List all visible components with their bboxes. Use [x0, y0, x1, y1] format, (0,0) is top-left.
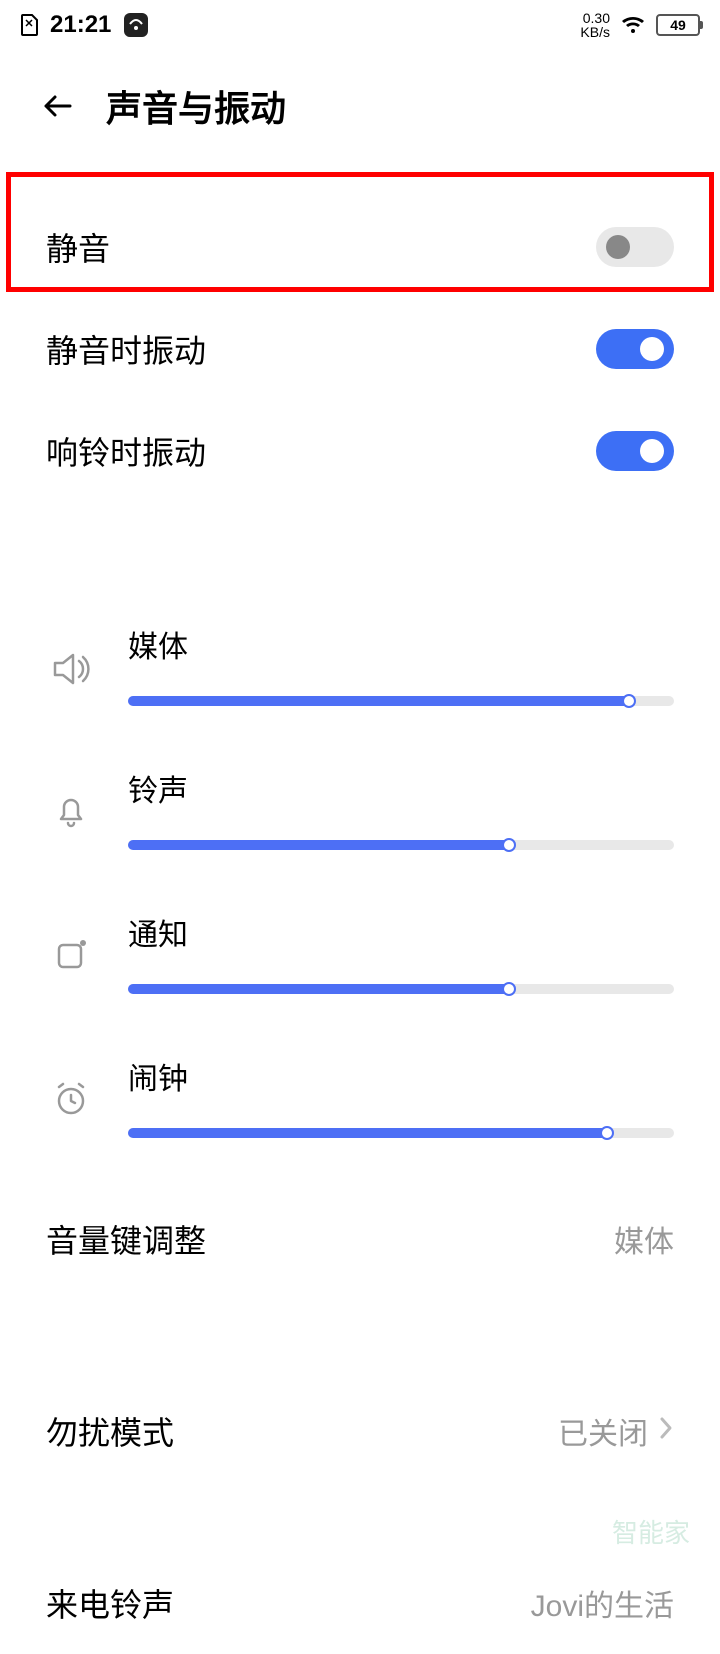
- slider-row-media: 媒体: [46, 622, 674, 706]
- battery-icon: 49: [656, 14, 700, 36]
- sliders-section: 媒体 铃声 通知 闹钟: [0, 592, 720, 1188]
- row-vibrate-mute-label: 静音时振动: [46, 326, 206, 372]
- alarm-icon: [46, 1079, 96, 1119]
- slider-media[interactable]: [128, 696, 674, 706]
- wifi-icon: [620, 15, 646, 35]
- page-header: 声音与振动: [0, 50, 720, 172]
- slider-notification[interactable]: [128, 984, 674, 994]
- slider-row-notification: 通知: [46, 910, 674, 994]
- row-vibrate-mute[interactable]: 静音时振动: [0, 298, 720, 400]
- status-left: 21:21: [20, 11, 149, 39]
- row-mute-label: 静音: [46, 224, 110, 270]
- bell-icon: [46, 791, 96, 831]
- row-dnd-value: 已关闭: [558, 1409, 674, 1453]
- chevron-right-icon: [658, 1415, 674, 1448]
- slider-ringtone-label: 铃声: [128, 766, 674, 810]
- toggle-mute[interactable]: [596, 227, 674, 267]
- row-vibrate-ring[interactable]: 响铃时振动: [0, 400, 720, 502]
- status-right: 0.30 KB/s 49: [580, 11, 700, 39]
- slider-alarm[interactable]: [128, 1128, 674, 1138]
- row-incoming-ringtone[interactable]: 来电铃声 Jovi的生活: [0, 1552, 720, 1654]
- page-title: 声音与振动: [106, 80, 286, 132]
- row-volume-key-label: 音量键调整: [46, 1216, 206, 1262]
- status-time: 21:21: [50, 11, 111, 39]
- back-button[interactable]: [40, 88, 76, 124]
- sim-icon: [20, 14, 38, 36]
- app-store-icon: [123, 12, 149, 38]
- row-incoming-ringtone-value: Jovi的生活: [531, 1581, 674, 1625]
- slider-notification-label: 通知: [128, 910, 674, 954]
- network-speed: 0.30 KB/s: [580, 11, 610, 39]
- row-vibrate-ring-label: 响铃时振动: [46, 428, 206, 474]
- row-incoming-ringtone-label: 来电铃声: [46, 1580, 174, 1626]
- status-bar: 21:21 0.30 KB/s 49: [0, 0, 720, 50]
- watermark: 智能家: [612, 1513, 690, 1550]
- notification-icon: [46, 935, 96, 975]
- slider-ringtone[interactable]: [128, 840, 674, 850]
- toggle-vibrate-ring[interactable]: [596, 431, 674, 471]
- slider-row-ringtone: 铃声: [46, 766, 674, 850]
- row-dnd[interactable]: 勿扰模式 已关闭: [0, 1380, 720, 1482]
- row-dnd-label: 勿扰模式: [46, 1408, 174, 1454]
- slider-alarm-label: 闹钟: [128, 1054, 674, 1098]
- speaker-icon: [46, 647, 96, 691]
- row-mute[interactable]: 静音: [0, 196, 720, 298]
- toggle-vibrate-mute[interactable]: [596, 329, 674, 369]
- row-volume-key-value: 媒体: [614, 1217, 674, 1261]
- slider-media-label: 媒体: [128, 622, 674, 666]
- slider-row-alarm: 闹钟: [46, 1054, 674, 1138]
- row-volume-key[interactable]: 音量键调整 媒体: [0, 1188, 720, 1290]
